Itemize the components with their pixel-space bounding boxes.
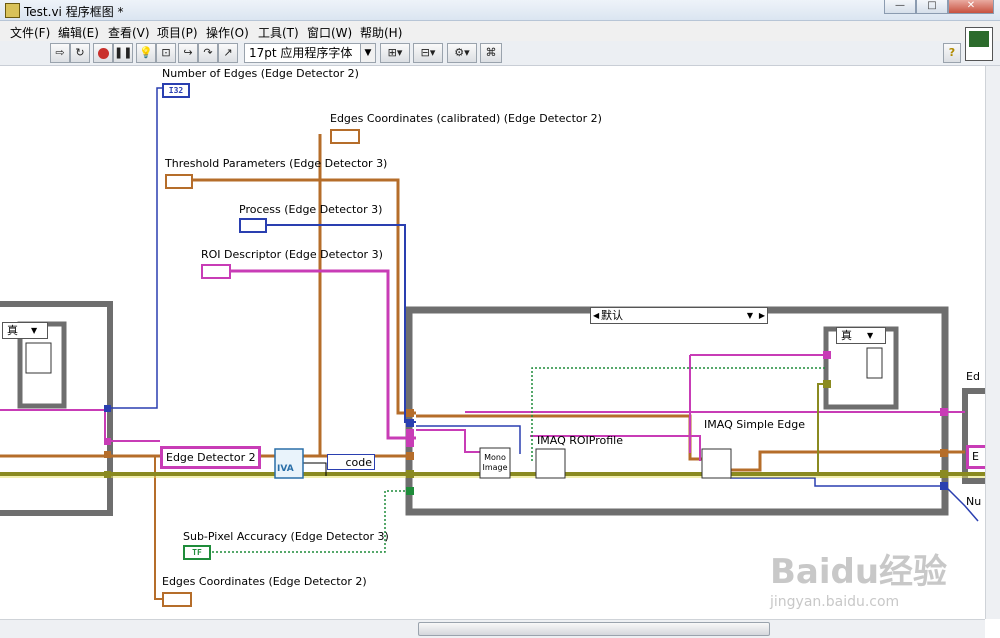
block-diagram[interactable]: Number of Edges (Edge Detector 2) I32 Ed…	[0, 66, 986, 619]
ivision-express-label: IVA	[277, 464, 294, 474]
label-nu-partial: Nu	[966, 495, 982, 508]
vi-connector-icon[interactable]	[965, 27, 993, 61]
inner-case-value: 真	[841, 329, 852, 342]
window-title: Test.vi 程序框图 *	[24, 5, 124, 19]
case-selector-value: 默认	[601, 309, 623, 322]
label-process: Process (Edge Detector 3)	[239, 203, 383, 216]
abort-icon[interactable]	[93, 43, 113, 63]
edges-calibrated-indicator[interactable]	[330, 129, 360, 144]
pause-icon[interactable]: ❚❚	[113, 43, 133, 63]
title-bar: Test.vi 程序框图 * — □ ✕	[0, 0, 1000, 21]
imaq-roiprofile-node	[535, 448, 566, 479]
unbundle-code[interactable]: code	[327, 454, 375, 470]
inner-case-selector[interactable]: 真 ▼	[836, 327, 886, 344]
menu-window[interactable]: 窗口(W)	[307, 24, 352, 41]
imaq-simple-edge-node	[701, 448, 732, 479]
menu-tools[interactable]: 工具(T)	[258, 24, 299, 41]
process-control[interactable]	[239, 218, 267, 233]
context-help-icon[interactable]: ?	[943, 43, 961, 63]
case-next-icon[interactable]: ▶	[759, 308, 765, 323]
edges-coordinates-indicator[interactable]	[162, 592, 192, 607]
label-edges-coordinates: Edges Coordinates (Edge Detector 2)	[162, 575, 367, 588]
sub-pixel-accuracy-control[interactable]: TF	[183, 545, 211, 560]
distribute-objects-icon[interactable]: ⊟▾	[413, 43, 443, 63]
num-edges-indicator[interactable]: I32	[162, 83, 190, 98]
label-imaq-simple-edge: IMAQ Simple Edge	[704, 418, 805, 431]
label-imaq-roiprofile: IMAQ ROIProfile	[537, 434, 623, 447]
watermark-url: jingyan.baidu.com	[770, 594, 900, 610]
vertical-scrollbar[interactable]	[985, 66, 1000, 619]
run-arrow-icon[interactable]: ⇨	[50, 43, 70, 63]
label-roi-descriptor: ROI Descriptor (Edge Detector 3)	[201, 248, 383, 261]
label-edges-calibrated: Edges Coordinates (calibrated) (Edge Det…	[330, 112, 602, 125]
toolbar: ⇨ ↻ ❚❚ 💡 ⊡ ↪ ↷ ↗ 17pt 应用程序字体 ▼ ⊞▾ ⊟▾ ⚙▾ ⌘…	[0, 27, 1000, 102]
maximize-button[interactable]: □	[916, 0, 948, 14]
reorder-icon[interactable]: ⚙▾	[447, 43, 477, 63]
align-objects-icon[interactable]: ⊞▾	[380, 43, 410, 63]
menu-bar: 文件(F) 编辑(E) 查看(V) 项目(P) 操作(O) 工具(T) 窗口(W…	[0, 21, 1000, 41]
image-text: Image	[482, 463, 508, 472]
minimize-button[interactable]: —	[884, 0, 916, 14]
menu-file[interactable]: 文件(F)	[10, 24, 50, 41]
roi-descriptor-control[interactable]	[201, 264, 231, 279]
chevron-down-icon: ▼	[360, 44, 375, 62]
font-select-value: 17pt 应用程序字体	[249, 46, 353, 60]
menu-operate[interactable]: 操作(O)	[206, 24, 249, 41]
menu-edit[interactable]: 编辑(E)	[58, 24, 99, 41]
left-case-selector[interactable]: 真 ▼	[2, 322, 48, 339]
threshold-parameters-control[interactable]	[165, 174, 193, 189]
vi-app-icon	[5, 3, 20, 18]
left-case-value: 真	[7, 324, 18, 337]
horizontal-scrollbar[interactable]	[0, 619, 985, 638]
mono-text: Mono	[484, 453, 506, 462]
run-continuous-icon[interactable]: ↻	[70, 43, 90, 63]
mono-image-label: Mono Image	[482, 453, 508, 473]
menu-help[interactable]: 帮助(H)	[360, 24, 402, 41]
chevron-down-icon[interactable]: ▼	[31, 323, 37, 338]
menu-project[interactable]: 项目(P)	[157, 24, 198, 41]
step-out-icon[interactable]: ↗	[218, 43, 238, 63]
label-sub-pixel-accuracy: Sub-Pixel Accuracy (Edge Detector 3)	[183, 530, 389, 543]
highlight-execution-icon[interactable]: 💡	[136, 43, 156, 63]
step-over-icon[interactable]: ↷	[198, 43, 218, 63]
chevron-down-icon[interactable]: ▼	[747, 308, 753, 323]
chevron-down-icon[interactable]: ▼	[867, 328, 873, 343]
label-ed-partial: Ed	[966, 370, 980, 383]
step-into-icon[interactable]: ↪	[178, 43, 198, 63]
inner-delete-node	[866, 347, 883, 379]
case-selector-default[interactable]: ◀ 默认 ▼ ▶	[590, 307, 768, 324]
edge-detector-partial[interactable]: E	[966, 445, 986, 469]
watermark-logo: Baidu经验	[770, 552, 948, 592]
left-delete-node	[25, 342, 52, 374]
cleanup-diagram-icon[interactable]: ⌘	[480, 43, 502, 63]
retain-wire-values-icon[interactable]: ⊡	[156, 43, 176, 63]
close-button[interactable]: ✕	[948, 0, 994, 14]
label-threshold-parameters: Threshold Parameters (Edge Detector 3)	[165, 157, 388, 170]
window-controls: — □ ✕	[884, 0, 994, 14]
label-number-of-edges: Number of Edges (Edge Detector 2)	[162, 67, 359, 80]
menu-view[interactable]: 查看(V)	[108, 24, 150, 41]
font-select[interactable]: 17pt 应用程序字体 ▼	[244, 43, 376, 63]
horizontal-scroll-thumb[interactable]	[418, 622, 770, 636]
case-prev-icon[interactable]: ◀	[593, 308, 599, 323]
edge-detector-2-constant[interactable]: Edge Detector 2	[160, 446, 261, 469]
